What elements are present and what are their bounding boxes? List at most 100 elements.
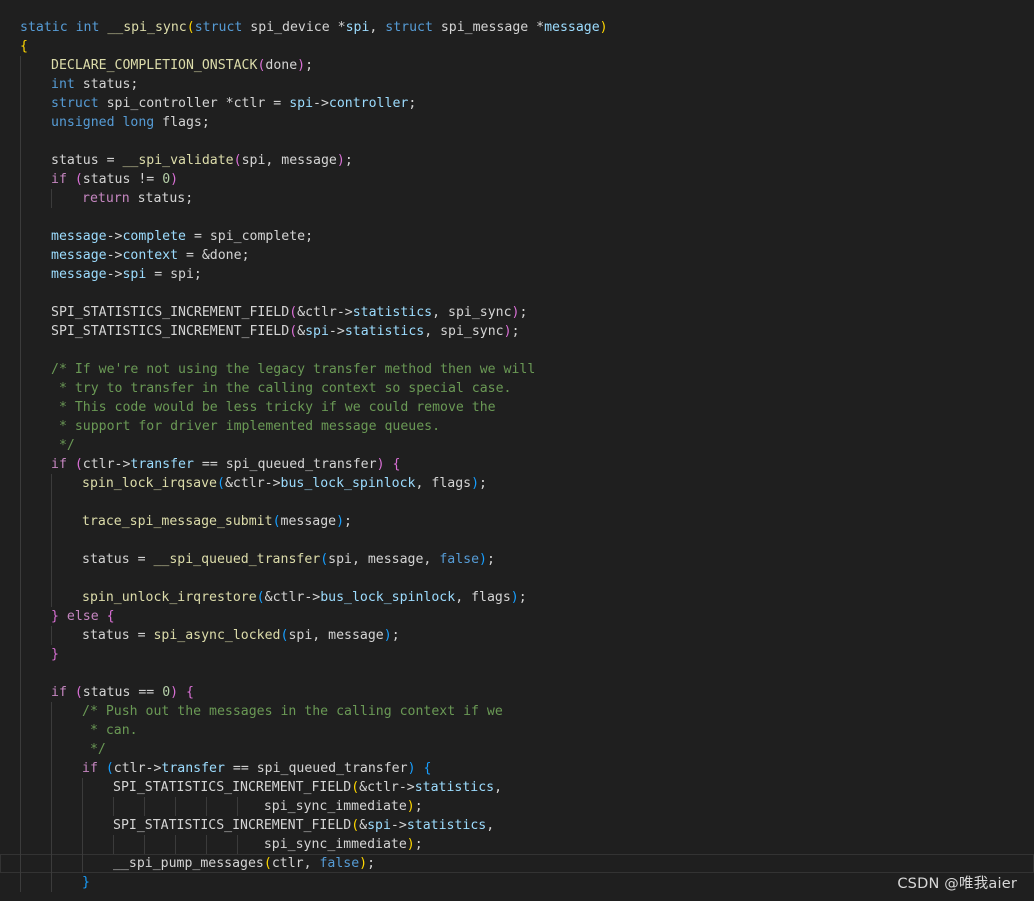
code-line[interactable]: /* Push out the messages in the calling … bbox=[0, 702, 1034, 721]
code-line[interactable]: static int __spi_sync(struct spi_device … bbox=[0, 18, 1034, 37]
code-token: __spi_queued_transfer bbox=[153, 552, 321, 567]
code-text: */ bbox=[82, 740, 106, 759]
code-token: false bbox=[319, 856, 360, 871]
code-line[interactable]: /* If we're not using the legacy transfe… bbox=[0, 360, 1034, 379]
code-token: -> bbox=[106, 267, 123, 282]
code-line[interactable]: if (status != 0) bbox=[0, 170, 1034, 189]
code-line[interactable] bbox=[0, 493, 1034, 512]
code-text: } else { bbox=[51, 607, 115, 626]
code-editor[interactable]: static int __spi_sync(struct spi_device … bbox=[0, 18, 1034, 892]
code-line[interactable]: if (status == 0) { bbox=[0, 683, 1034, 702]
code-token: ) bbox=[376, 457, 385, 472]
code-token: , flags bbox=[415, 476, 472, 491]
indent-guide bbox=[82, 835, 83, 854]
code-line[interactable]: status = spi_async_locked(spi, message); bbox=[0, 626, 1034, 645]
code-line[interactable]: SPI_STATISTICS_INCREMENT_FIELD(&spi->sta… bbox=[0, 816, 1034, 835]
code-line[interactable]: message->complete = spi_complete; bbox=[0, 227, 1034, 246]
code-token: , spi_sync bbox=[424, 324, 504, 339]
code-token: ctlr-> bbox=[113, 761, 162, 776]
code-token: * This code would be less tricky if we c… bbox=[51, 400, 496, 415]
code-token: bus_lock_spinlock bbox=[280, 476, 416, 491]
code-token: long bbox=[122, 115, 163, 130]
indent-guide bbox=[20, 873, 21, 892]
code-text: /* If we're not using the legacy transfe… bbox=[51, 360, 535, 379]
code-token: if bbox=[51, 685, 75, 700]
code-line[interactable]: } else { bbox=[0, 607, 1034, 626]
code-text: message->spi = spi; bbox=[51, 265, 202, 284]
indent-guide bbox=[51, 702, 52, 721]
indent-guide bbox=[20, 56, 21, 75]
code-line[interactable]: * This code would be less tricky if we c… bbox=[0, 398, 1034, 417]
indent-guide bbox=[20, 702, 21, 721]
code-line[interactable]: DECLARE_COMPLETION_ONSTACK(done); bbox=[0, 56, 1034, 75]
code-line[interactable]: spin_lock_irqsave(&ctlr->bus_lock_spinlo… bbox=[0, 474, 1034, 493]
code-line[interactable]: spin_unlock_irqrestore(&ctlr->bus_lock_s… bbox=[0, 588, 1034, 607]
code-line[interactable]: if (ctlr->transfer == spi_queued_transfe… bbox=[0, 455, 1034, 474]
code-token: &ctlr-> bbox=[297, 305, 353, 320]
indent-guide bbox=[82, 778, 83, 797]
code-line[interactable]: status = __spi_queued_transfer(spi, mess… bbox=[0, 550, 1034, 569]
code-line[interactable] bbox=[0, 341, 1034, 360]
code-line[interactable]: message->context = &done; bbox=[0, 246, 1034, 265]
code-text: trace_spi_message_submit(message); bbox=[82, 512, 352, 531]
code-token: == spi_queued_transfer bbox=[224, 761, 408, 776]
code-line[interactable]: spi_sync_immediate); bbox=[0, 835, 1034, 854]
code-line[interactable] bbox=[0, 208, 1034, 227]
code-line[interactable]: * support for driver implemented message… bbox=[0, 417, 1034, 436]
code-line[interactable]: return status; bbox=[0, 189, 1034, 208]
code-line[interactable]: message->spi = spi; bbox=[0, 265, 1034, 284]
code-line[interactable]: status = __spi_validate(spi, message); bbox=[0, 151, 1034, 170]
code-line[interactable]: SPI_STATISTICS_INCREMENT_FIELD(&ctlr->st… bbox=[0, 778, 1034, 797]
code-text: message->complete = spi_complete; bbox=[51, 227, 313, 246]
code-token: transfer bbox=[130, 457, 194, 472]
indent-guide bbox=[51, 740, 52, 759]
code-token: transfer bbox=[161, 761, 225, 776]
code-line[interactable]: __spi_pump_messages(ctlr, false); bbox=[0, 854, 1034, 873]
code-line[interactable]: struct spi_controller *ctlr = spi->contr… bbox=[0, 94, 1034, 113]
code-line[interactable]: SPI_STATISTICS_INCREMENT_FIELD(&ctlr->st… bbox=[0, 303, 1034, 322]
indent-guide bbox=[82, 816, 83, 835]
indent-guide bbox=[51, 854, 52, 873]
code-line[interactable]: spi_sync_immediate); bbox=[0, 797, 1034, 816]
code-line[interactable]: unsigned long flags; bbox=[0, 113, 1034, 132]
indent-guide bbox=[51, 531, 52, 550]
code-line[interactable]: SPI_STATISTICS_INCREMENT_FIELD(&spi->sta… bbox=[0, 322, 1034, 341]
code-token: /* Push out the messages in the calling … bbox=[82, 704, 503, 719]
code-line[interactable]: * try to transfer in the calling context… bbox=[0, 379, 1034, 398]
code-token: message bbox=[544, 20, 600, 35]
indent-guide bbox=[20, 835, 21, 854]
code-token: ) bbox=[406, 799, 415, 814]
code-line[interactable]: } bbox=[0, 873, 1034, 892]
code-line[interactable] bbox=[0, 531, 1034, 550]
indent-guide bbox=[20, 170, 21, 189]
code-token: ) bbox=[503, 324, 512, 339]
code-line[interactable] bbox=[0, 569, 1034, 588]
code-line[interactable]: if (ctlr->transfer == spi_queued_transfe… bbox=[0, 759, 1034, 778]
indent-guide bbox=[20, 132, 21, 151]
code-line[interactable] bbox=[0, 132, 1034, 151]
code-line[interactable]: */ bbox=[0, 740, 1034, 759]
code-token: statistics bbox=[352, 305, 433, 320]
code-token: ( bbox=[105, 761, 114, 776]
indent-guide bbox=[51, 778, 52, 797]
code-token: if bbox=[51, 172, 75, 187]
code-line[interactable]: trace_spi_message_submit(message); bbox=[0, 512, 1034, 531]
code-token: ( bbox=[351, 818, 360, 833]
code-text: * can. bbox=[82, 721, 138, 740]
code-line[interactable]: } bbox=[0, 645, 1034, 664]
code-line[interactable]: { bbox=[0, 37, 1034, 56]
indent-guide bbox=[20, 854, 21, 873]
code-token: status = bbox=[82, 628, 154, 643]
code-token: spi bbox=[305, 324, 329, 339]
code-line[interactable] bbox=[0, 284, 1034, 303]
code-line[interactable]: */ bbox=[0, 436, 1034, 455]
code-token: false bbox=[439, 552, 480, 567]
code-text: } bbox=[51, 645, 59, 664]
code-token: -> bbox=[313, 96, 329, 111]
code-token: status != bbox=[82, 172, 163, 187]
code-line[interactable] bbox=[0, 664, 1034, 683]
code-line[interactable]: int status; bbox=[0, 75, 1034, 94]
code-line[interactable]: * can. bbox=[0, 721, 1034, 740]
indent-guide bbox=[20, 797, 21, 816]
code-text: status = spi_async_locked(spi, message); bbox=[82, 626, 400, 645]
